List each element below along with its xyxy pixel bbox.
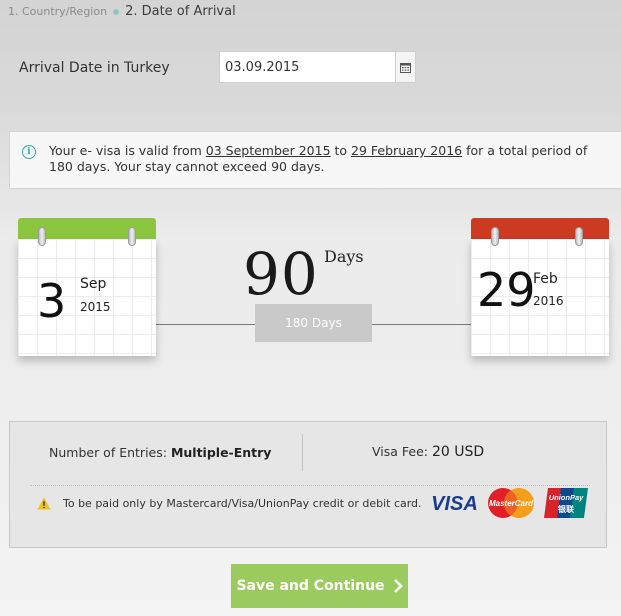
total-period-badge: 180 Days (255, 304, 372, 342)
visa-logo: VISA (431, 493, 478, 515)
end-calendar-body: 29 Feb 2016 (471, 227, 609, 356)
entries-info: Number of Entries: Multiple-Entry (49, 445, 271, 460)
arrival-date-field (219, 51, 416, 83)
calendar-ring-icon (575, 227, 583, 246)
mastercard-logo: MasterCard (488, 488, 534, 518)
fee-value: 20 USD (431, 444, 485, 460)
end-month: Feb (533, 271, 558, 287)
start-date-calendar: 3 Sep 2015 (18, 218, 156, 356)
svg-text:VISA: VISA (431, 493, 478, 515)
payment-divider (30, 485, 590, 486)
entries-label: Number of Entries: (49, 445, 167, 460)
unionpay-logo: UnionPay 银联 (544, 488, 588, 518)
visa-fee-info: Visa Fee: 20 USD (372, 444, 484, 460)
arrival-date-label: Arrival Date in Turkey (19, 60, 170, 76)
start-year: 2015 (80, 300, 111, 314)
stay-days-unit: Days (324, 247, 364, 266)
step-country-region[interactable]: 1. Country/Region (8, 5, 107, 18)
start-day: 3 (37, 274, 67, 328)
start-month: Sep (80, 276, 107, 292)
info-icon: i (22, 145, 36, 159)
warning-icon (37, 497, 51, 510)
info-prefix: Your e- visa is valid from (49, 143, 206, 158)
svg-text:UnionPay: UnionPay (549, 493, 584, 502)
info-middle: to (330, 143, 352, 158)
calendar-ring-icon (38, 227, 46, 246)
entries-value: Multiple-Entry (170, 445, 272, 460)
end-date-calendar: 29 Feb 2016 (471, 218, 609, 356)
payment-note: To be paid only by Mastercard/Visa/Union… (63, 497, 422, 510)
step-date-of-arrival: 2. Date of Arrival (113, 4, 236, 19)
save-and-continue-button[interactable]: Save and Continue (231, 564, 408, 608)
end-day: 29 (477, 263, 536, 317)
end-year: 2016 (533, 294, 564, 308)
active-step-dot (113, 8, 120, 15)
calendar-ring-icon (491, 227, 499, 246)
valid-from-date: 03 September 2015 (205, 143, 331, 158)
calendar-picker-button[interactable] (395, 52, 415, 82)
stay-days-number: 90 (243, 240, 319, 308)
arrival-date-input[interactable] (220, 52, 395, 82)
start-calendar-body: 3 Sep 2015 (18, 227, 156, 356)
svg-text:银联: 银联 (557, 504, 574, 514)
calendar-icon (400, 62, 411, 73)
details-divider (302, 434, 303, 471)
validity-info-text: Your e- visa is valid from 03 September … (49, 143, 615, 175)
valid-to-date: 29 February 2016 (351, 143, 463, 158)
svg-text:MasterCard: MasterCard (489, 499, 534, 508)
breadcrumb: 1. Country/Region 2. Date of Arrival (8, 4, 236, 19)
calendar-ring-icon (128, 227, 136, 246)
save-and-continue-label: Save and Continue (236, 578, 385, 594)
chevron-right-icon (393, 579, 403, 593)
fee-label: Visa Fee: (372, 444, 428, 459)
step-date-of-arrival-label: 2. Date of Arrival (125, 4, 236, 19)
